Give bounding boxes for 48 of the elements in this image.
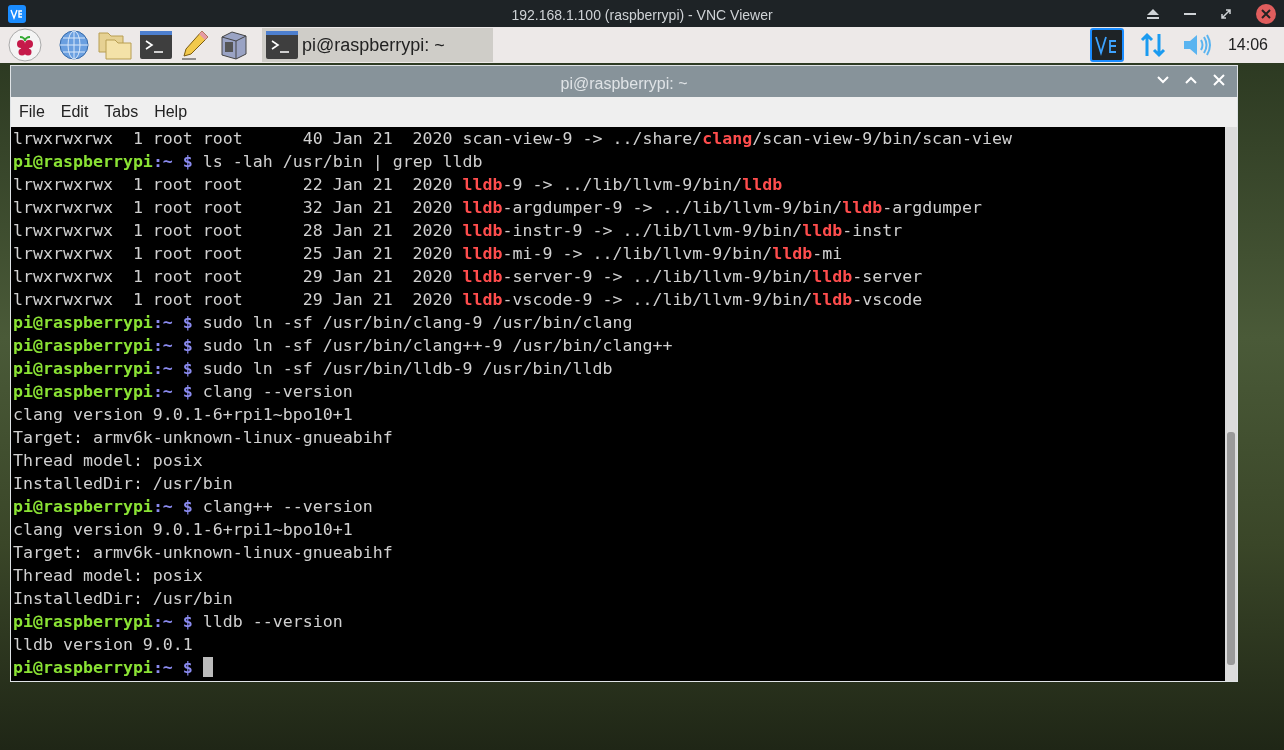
pencil-icon[interactable] [180, 29, 210, 61]
menu-item[interactable]: File [19, 100, 45, 124]
output-line: lrwxrwxrwx 1 root root 28 Jan 21 2020 lldb-instr-9 -> ../lib/llvm-9/bin/lldb-instr [13, 221, 903, 240]
prompt-line: pi@raspberrypi:~ $ sudo ln -sf /usr/bin/clang-9 /usr/bin/clang [13, 313, 633, 332]
menu-item[interactable]: Edit [60, 100, 89, 124]
prompt-line: pi@raspberrypi:~ $ clang --version [13, 382, 353, 401]
output-line: clang version 9.0.1-6+rpi1~bpo10+1 [13, 405, 353, 424]
maximize-button[interactable] [1185, 76, 1197, 84]
prompt-line: pi@raspberrypi:~ $ sudo ln -sf /usr/bin/clang++-9 /usr/bin/clang++ [13, 336, 673, 355]
output-line: lrwxrwxrwx 1 root root 40 Jan 21 2020 scan-view-9 -> ../share/clang/scan-view-9/bin/scan-view [13, 129, 1013, 148]
output-line: Target: armv6k-unknown-linux-gnueabihf [13, 543, 393, 562]
output-line: InstalledDir: /usr/bin [13, 474, 233, 493]
clock-text: 14:06 [1227, 35, 1269, 55]
vnc-server-icon[interactable] [1089, 28, 1124, 62]
prompt-line: pi@raspberrypi:~ $ clang++ --version [13, 497, 373, 516]
output-line: lrwxrwxrwx 1 root root 29 Jan 21 2020 lldb-vscode-9 -> ../lib/llvm-9/bin/lldb-vscode [13, 290, 923, 309]
output-line: Thread model: posix [13, 451, 203, 470]
output-line: clang version 9.0.1-6+rpi1~bpo10+1 [13, 520, 353, 539]
globe-icon[interactable] [58, 29, 90, 61]
menu-item[interactable]: Tabs [104, 100, 139, 124]
restore-button[interactable] [1220, 7, 1232, 20]
terminal-icon[interactable] [140, 31, 172, 59]
output-line: Target: armv6k-unknown-linux-gnueabihf [13, 428, 393, 447]
prompt-line: pi@raspberrypi:~ $ [13, 658, 193, 677]
network-arrows-icon[interactable] [1139, 32, 1166, 58]
terminal-icon [266, 31, 298, 59]
raspberry-menu-icon[interactable] [8, 28, 42, 62]
output-line: lrwxrwxrwx 1 root root 29 Jan 21 2020 lldb-server-9 -> ../lib/llvm-9/bin/lldb-server [13, 267, 923, 286]
output-line: Thread model: posix [13, 566, 203, 585]
scrollbar-thumb[interactable] [1227, 432, 1235, 665]
scrollbar[interactable] [1225, 127, 1237, 681]
cube-icon[interactable] [218, 29, 250, 61]
prompt-line: pi@raspberrypi:~ $ lldb --version [13, 612, 343, 631]
taskbar-button[interactable]: pi@raspberrypi: ~ [262, 28, 493, 62]
terminal-title: pi@raspberrypi: ~ [559, 74, 689, 94]
prompt-line: pi@raspberrypi:~ $ sudo ln -sf /usr/bin/lldb-9 /usr/bin/lldb [13, 359, 613, 378]
window-title: 192.168.1.100 (raspberrypi) - VNC Viewer [510, 6, 774, 25]
output-line: lrwxrwxrwx 1 root root 32 Jan 21 2020 lldb-argdumper-9 -> ../lib/llvm-9/bin/lldb-argdumper [13, 198, 983, 217]
output-line: InstalledDir: /usr/bin [13, 589, 233, 608]
close-button[interactable] [1213, 74, 1225, 86]
vnc-logo-icon [8, 4, 26, 23]
eject-button[interactable] [1146, 7, 1160, 20]
output-line: lrwxrwxrwx 1 root root 25 Jan 21 2020 lldb-mi-9 -> ../lib/llvm-9/bin/lldb-mi [13, 244, 843, 263]
close-button[interactable] [1256, 3, 1276, 24]
output-line: lrwxrwxrwx 1 root root 22 Jan 21 2020 lldb-9 -> ../lib/llvm-9/bin/lldb [13, 175, 783, 194]
menu-item[interactable]: Help [154, 100, 188, 124]
prompt-line: pi@raspberrypi:~ $ ls -lah /usr/bin | grep lldb [13, 152, 483, 171]
output-line: lldb version 9.0.1 [13, 635, 193, 654]
